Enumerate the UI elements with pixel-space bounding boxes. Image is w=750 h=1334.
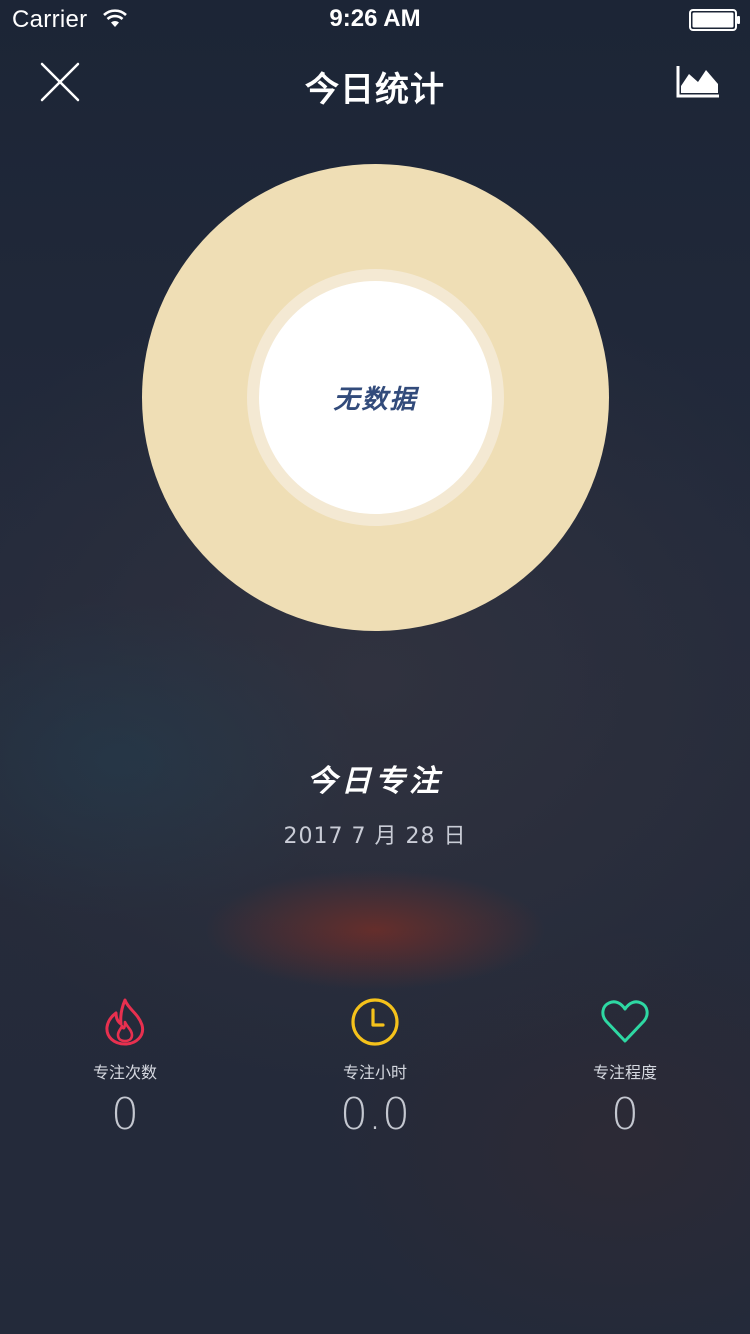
clock-time: 9:26 AM bbox=[329, 5, 421, 32]
stat-value: 0 bbox=[611, 1089, 639, 1140]
stat-label: 专注小时 bbox=[342, 1063, 407, 1082]
area-chart-icon bbox=[676, 66, 719, 98]
statistics-chart-button[interactable] bbox=[674, 60, 722, 104]
stat-label: 专注程度 bbox=[592, 1063, 657, 1082]
stat-focus-level: 专注程度 0 bbox=[500, 995, 750, 1140]
battery-icon bbox=[689, 9, 740, 31]
heart-icon bbox=[601, 1000, 649, 1043]
clock-icon bbox=[351, 998, 399, 1046]
stat-value: 0.0 bbox=[340, 1089, 410, 1140]
no-data-label: 无数据 bbox=[333, 385, 418, 415]
page-title: 今日统计 bbox=[305, 70, 445, 110]
stat-focus-hours: 专注小时 0.0 bbox=[250, 995, 500, 1140]
donut-center: 无数据 bbox=[259, 281, 492, 514]
focus-date: 2017 7 月 28 日 bbox=[283, 824, 467, 849]
focus-title: 今日专注 bbox=[307, 764, 443, 799]
status-bar: Carrier 9:26 AM bbox=[0, 0, 750, 40]
stat-label: 专注次数 bbox=[92, 1063, 157, 1082]
flame-icon bbox=[105, 998, 145, 1046]
stat-focus-count: 专注次数 0 bbox=[0, 995, 250, 1140]
stat-value: 0 bbox=[111, 1089, 139, 1140]
